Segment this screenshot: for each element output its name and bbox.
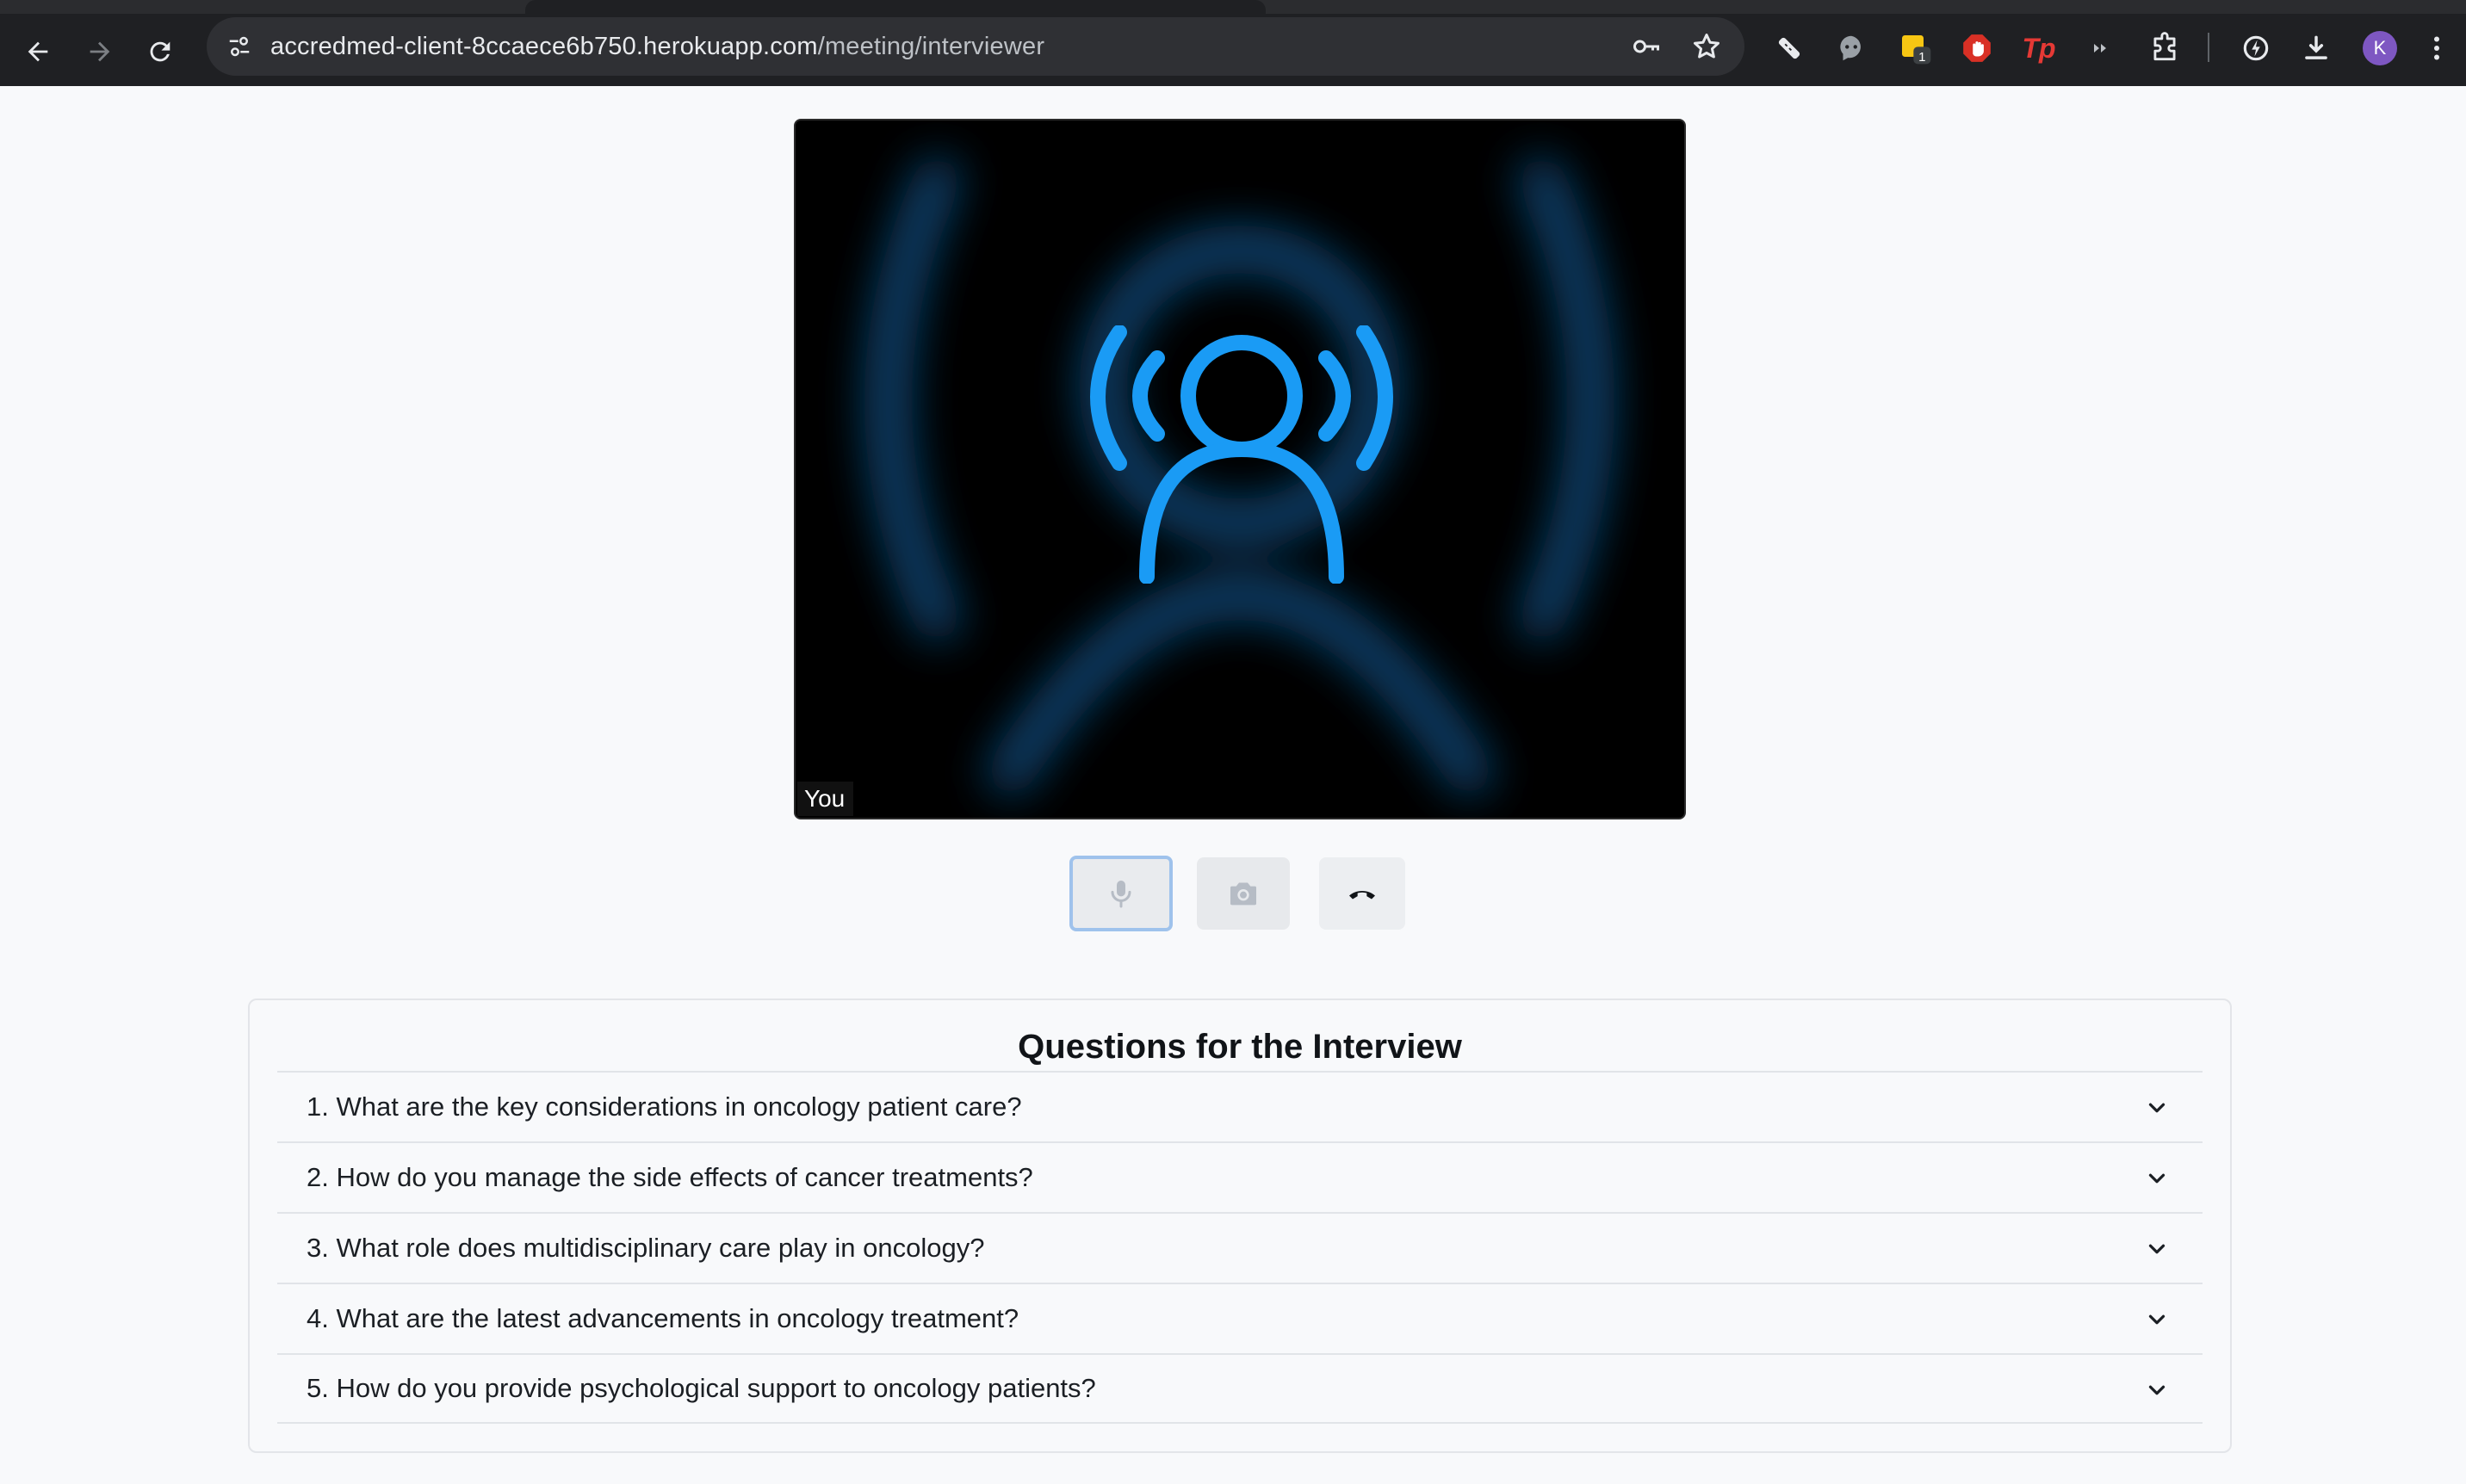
camera-icon xyxy=(1230,882,1256,906)
profile-avatar[interactable]: K xyxy=(2363,31,2397,65)
url-text[interactable]: accredmed-client-8ccaece6b750.herokuapp.… xyxy=(270,33,1044,61)
reload-button[interactable] xyxy=(136,28,184,76)
browser-toolbar: accredmed-client-8ccaece6b750.herokuapp.… xyxy=(0,0,2466,86)
question-text: 3. What role does multidisciplinary care… xyxy=(307,1233,985,1263)
question-item-4[interactable]: 4. What are the latest advancements in o… xyxy=(277,1283,2203,1353)
toggle-camera-button[interactable] xyxy=(1197,857,1290,930)
questions-accordion: 1. What are the key considerations in on… xyxy=(277,1071,2203,1424)
chevron-down-icon xyxy=(2148,1173,2165,1184)
profile-initial: K xyxy=(2373,37,2387,59)
site-settings-icon[interactable] xyxy=(222,29,257,64)
extension-tp-icon[interactable]: Tp xyxy=(2018,28,2060,69)
bookmark-star-icon[interactable] xyxy=(1689,29,1724,64)
mute-microphone-button[interactable] xyxy=(1069,856,1173,931)
address-bar[interactable]: accredmed-client-8ccaece6b750.herokuapp.… xyxy=(207,17,1744,76)
tab-strip xyxy=(0,0,2466,14)
question-text: 1. What are the key considerations in on… xyxy=(307,1091,1022,1122)
extension-notes-icon[interactable]: 1 xyxy=(1894,28,1936,69)
extension-tp-label: Tp xyxy=(2022,32,2056,64)
extension-forward-icon[interactable] xyxy=(2080,28,2122,69)
end-call-button[interactable] xyxy=(1319,857,1405,930)
extensions-puzzle-icon[interactable] xyxy=(2144,28,2185,69)
self-label: You xyxy=(797,782,854,816)
chevron-down-icon xyxy=(2148,1314,2165,1325)
back-button[interactable] xyxy=(14,28,62,76)
chevron-down-icon xyxy=(2148,1103,2165,1113)
question-text: 5. How do you provide psychological supp… xyxy=(307,1373,1096,1403)
forward-button[interactable] xyxy=(76,28,124,76)
user-broadcast-icon xyxy=(1090,325,1393,584)
password-key-icon[interactable] xyxy=(1629,29,1664,64)
performance-icon[interactable] xyxy=(2235,28,2277,69)
toolbar-separator xyxy=(2208,33,2209,62)
url-path: /meeting/interviewer xyxy=(817,33,1045,60)
browser-menu-kebab-icon[interactable] xyxy=(2421,28,2452,69)
question-text: 2. How do you manage the side effects of… xyxy=(307,1162,1033,1192)
chevron-down-icon xyxy=(2148,1385,2165,1395)
reload-icon xyxy=(150,41,170,62)
arrow-left-icon xyxy=(28,41,48,62)
interview-questions-panel: Questions for the Interview 1. What are … xyxy=(248,999,2232,1453)
extension-stop-hand-icon[interactable] xyxy=(1956,28,1998,69)
phone-hangup-icon xyxy=(1349,891,1375,900)
questions-title: Questions for the Interview xyxy=(1018,1028,1462,1066)
extension-badge-count: 1 xyxy=(1918,50,1925,65)
question-item-2[interactable]: 2. How do you manage the side effects of… xyxy=(277,1141,2203,1212)
question-item-5[interactable]: 5. How do you provide psychological supp… xyxy=(277,1353,2203,1424)
url-host: accredmed-client-8ccaece6b750.herokuapp.… xyxy=(270,33,818,60)
question-item-1[interactable]: 1. What are the key considerations in on… xyxy=(277,1071,2203,1141)
chevron-down-icon xyxy=(2148,1244,2165,1254)
download-icon[interactable] xyxy=(2296,28,2337,69)
extension-ruler-icon[interactable] xyxy=(1769,28,1810,69)
active-tab[interactable] xyxy=(525,0,1266,14)
self-video-tile: You xyxy=(794,119,1686,819)
question-text: 4. What are the latest advancements in o… xyxy=(307,1303,1019,1333)
arrow-right-icon xyxy=(90,41,110,62)
extension-chat-icon[interactable] xyxy=(1831,28,1872,69)
question-item-3[interactable]: 3. What role does multidisciplinary care… xyxy=(277,1212,2203,1283)
microphone-icon xyxy=(1111,881,1131,908)
